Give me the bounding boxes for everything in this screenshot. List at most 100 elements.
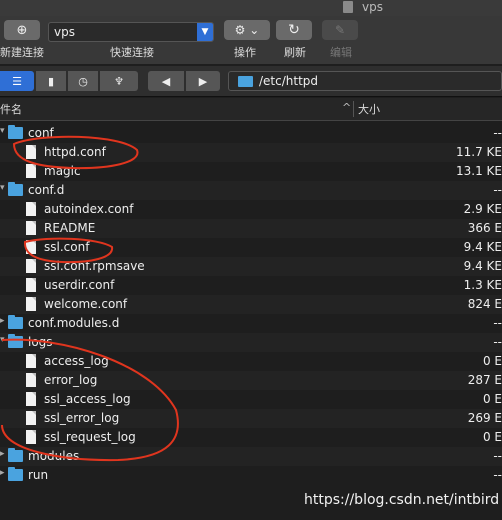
table-row[interactable]: access_log 0 E — [0, 352, 502, 371]
file-size: 269 E — [467, 411, 502, 425]
window-title: vps — [362, 0, 383, 14]
folder-icon — [8, 315, 23, 329]
chevron-down-icon[interactable]: ▼ — [197, 23, 213, 41]
list-view-icon[interactable]: ☰ — [0, 71, 34, 91]
file-size: 366 E — [467, 221, 502, 235]
disclosure-closed-icon[interactable]: ▸ — [0, 316, 5, 326]
file-size: -- — [493, 335, 502, 349]
table-row[interactable]: welcome.conf 824 E — [0, 295, 502, 314]
disclosure-closed-icon[interactable]: ▸ — [0, 468, 5, 478]
table-row[interactable]: ▸ conf.modules.d -- — [0, 314, 502, 333]
document-icon — [26, 221, 36, 235]
document-icon — [26, 259, 36, 273]
file-name: ssl_request_log — [44, 430, 136, 444]
table-row[interactable]: ▾ logs -- — [0, 333, 502, 352]
new-connection-button[interactable]: ⊕ — [4, 20, 40, 40]
quick-connect-value: vps — [54, 25, 75, 39]
table-row[interactable]: httpd.conf 11.7 KE — [0, 143, 502, 162]
document-icon — [26, 373, 36, 387]
refresh-button[interactable]: ↻ — [276, 20, 312, 40]
column-size-header[interactable]: 大小 — [358, 101, 380, 117]
table-row[interactable]: ssl_access_log 0 E — [0, 390, 502, 409]
file-name: modules — [28, 449, 80, 463]
file-size: 287 E — [467, 373, 502, 387]
refresh-icon: ↻ — [288, 22, 300, 38]
forward-button[interactable]: ▶ — [186, 71, 220, 91]
file-size: 1.3 KE — [463, 278, 502, 292]
table-row[interactable]: magic 13.1 KE — [0, 162, 502, 181]
folder-icon — [8, 334, 23, 348]
back-button[interactable]: ◀ — [148, 71, 184, 91]
table-row[interactable]: ssl_request_log 0 E — [0, 428, 502, 447]
file-name: ssl.conf — [44, 240, 90, 254]
document-icon — [343, 1, 353, 13]
file-size: -- — [493, 468, 502, 482]
file-name: conf.d — [28, 183, 65, 197]
file-list-header: 件名 ^ 大小 — [0, 98, 502, 121]
table-row[interactable]: README 366 E — [0, 219, 502, 238]
new-connection-label: 新建连接 — [0, 46, 44, 59]
document-icon — [26, 430, 36, 444]
document-icon — [26, 202, 36, 216]
file-name: ssl.conf.rpmsave — [44, 259, 145, 273]
quick-connect-combo[interactable]: vps ▼ — [48, 22, 214, 42]
window-titlebar: vps — [0, 0, 502, 16]
file-name: userdir.conf — [44, 278, 115, 292]
table-row[interactable]: ssl.conf 9.4 KE — [0, 238, 502, 257]
column-name-header[interactable]: 件名 — [0, 101, 22, 117]
refresh-label: 刷新 — [284, 46, 306, 59]
file-name: access_log — [44, 354, 109, 368]
disclosure-open-icon[interactable]: ▾ — [0, 335, 5, 345]
bookmarks-icon[interactable]: ▮ — [36, 71, 66, 91]
quick-connect-label: 快速连接 — [110, 46, 154, 59]
folder-icon — [238, 76, 253, 87]
file-name: welcome.conf — [44, 297, 128, 311]
table-row[interactable]: userdir.conf 1.3 KE — [0, 276, 502, 295]
history-icon[interactable]: ◷ — [68, 71, 98, 91]
table-row[interactable]: autoindex.conf 2.9 KE — [0, 200, 502, 219]
actions-label: 操作 — [234, 46, 256, 59]
folder-icon — [8, 182, 23, 196]
file-size: -- — [493, 126, 502, 140]
table-row[interactable]: ▾ conf -- — [0, 124, 502, 143]
document-icon — [26, 411, 36, 425]
sort-ascending-icon[interactable]: ^ — [342, 101, 351, 114]
disclosure-closed-icon[interactable]: ▸ — [0, 449, 5, 459]
file-name: run — [28, 468, 49, 482]
actions-button[interactable]: ⚙ ⌄ — [224, 20, 270, 40]
table-row[interactable]: ssl.conf.rpmsave 9.4 KE — [0, 257, 502, 276]
table-row[interactable]: error_log 287 E — [0, 371, 502, 390]
document-icon — [26, 278, 36, 292]
file-size: 824 E — [467, 297, 502, 311]
table-row[interactable]: ▸ run -- — [0, 466, 502, 485]
file-size: 9.4 KE — [463, 240, 502, 254]
table-row[interactable]: ▸ modules -- — [0, 447, 502, 466]
navigation-bar: ☰ ▮ ◷ ♆ ◀ ▶ /etc/httpd — [0, 66, 502, 97]
file-name: README — [44, 221, 96, 235]
column-divider[interactable] — [353, 101, 354, 117]
toolbar: ⊕ 新建连接 vps ▼ 快速连接 ⚙ ⌄ 操作 ↻ 刷新 ✎ 编辑 — [0, 16, 502, 64]
edit-button[interactable]: ✎ — [322, 20, 358, 40]
file-size: 13.1 KE — [456, 164, 502, 178]
table-row[interactable]: ssl_error_log 269 E — [0, 409, 502, 428]
table-row[interactable]: ▾ conf.d -- — [0, 181, 502, 200]
document-icon — [26, 354, 36, 368]
file-size: 0 E — [482, 392, 502, 406]
path-field[interactable]: /etc/httpd — [228, 71, 502, 91]
edit-label: 编辑 — [330, 46, 352, 59]
disclosure-open-icon[interactable]: ▾ — [0, 126, 5, 136]
bonjour-icon[interactable]: ♆ — [100, 71, 138, 91]
globe-plus-icon: ⊕ — [16, 22, 28, 38]
file-name: conf.modules.d — [28, 316, 120, 330]
folder-icon — [8, 125, 23, 139]
file-size: 2.9 KE — [463, 202, 502, 216]
document-icon — [26, 164, 36, 178]
pencil-icon: ✎ — [334, 23, 346, 37]
document-icon — [26, 240, 36, 254]
file-name: magic — [44, 164, 81, 178]
disclosure-open-icon[interactable]: ▾ — [0, 183, 5, 193]
file-size: 11.7 KE — [456, 145, 502, 159]
folder-icon — [8, 448, 23, 462]
gear-icon: ⚙ ⌄ — [234, 23, 260, 37]
file-name: logs — [28, 335, 53, 349]
